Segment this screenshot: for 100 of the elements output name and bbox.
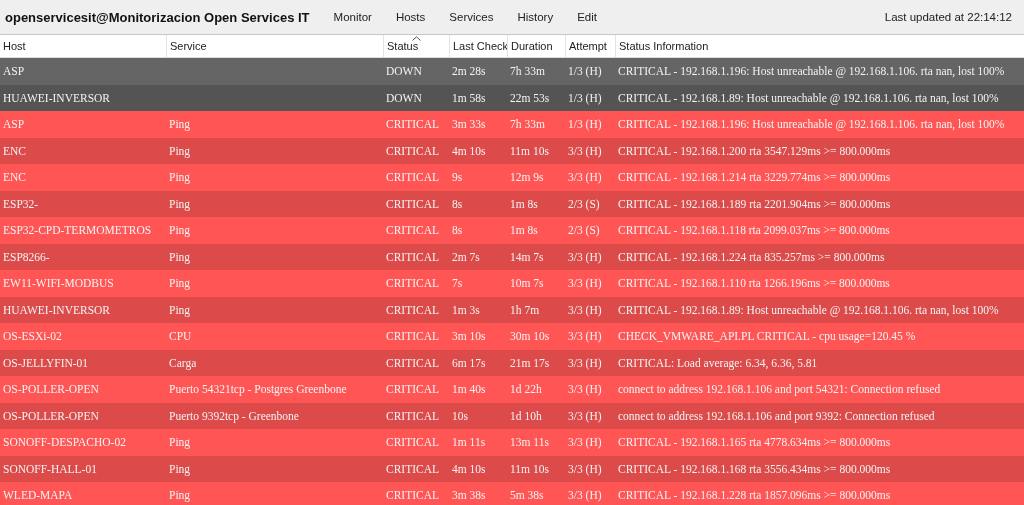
- duration-time: 1h 7m: [510, 303, 540, 316]
- host-name: SONOFF-DESPACHO-02: [3, 436, 126, 449]
- alert-row[interactable]: ESP8266- Ping CRITICAL 2m 7s 14m 7s 3/3 (H) CRITICAL - 192.168.1.224 rta 835.257ms >= 800.000ms: [0, 243, 1024, 270]
- status-information: CRITICAL - 192.168.1.214 rta 3229.774ms >= 800.000ms: [618, 171, 891, 184]
- status-information: CRITICAL - 192.168.1.118 rta 2099.037ms >= 800.000ms: [618, 224, 890, 237]
- duration-time: 10m 7s: [510, 277, 544, 290]
- duration-time: 21m 17s: [510, 356, 550, 369]
- attempt-count: 3/3 (H): [568, 250, 602, 263]
- column-header[interactable]: Service: [166, 35, 383, 57]
- status-information: CRITICAL - 192.168.1.89: Host unreachable @ 192.168.1.106. rta nan, lost 100%: [618, 303, 999, 316]
- alert-row[interactable]: ASP Ping CRITICAL 3m 33s 7h 33m 1/3 (H) CRITICAL - 192.168.1.196: Host unreachable @ 192.168.1.106. rta nan, lost 100%: [0, 111, 1024, 138]
- alert-row[interactable]: ASP DOWN 2m 28s 7h 33m 1/3 (H) CRITICAL - 192.168.1.196: Host unreachable @ 192.168.1.106. rta nan, lost 100%: [0, 58, 1024, 85]
- status-information: connect to address 192.168.1.106 and port 9392: Connection refused: [618, 409, 935, 422]
- last-check-time: 2m 28s: [452, 65, 486, 78]
- alert-row[interactable]: HUAWEI-INVERSOR DOWN 1m 58s 22m 53s 1/3 (H) CRITICAL - 192.168.1.89: Host unreachable @ 192.168.1.106. rta nan, lost 100%: [0, 84, 1024, 111]
- last-check-time: 8s: [452, 224, 463, 237]
- status-information: CRITICAL - 192.168.1.196: Host unreachable @ 192.168.1.106. rta nan, lost 100%: [618, 65, 1005, 78]
- menu-item[interactable]: History: [505, 11, 566, 23]
- host-name: ESP8266-: [3, 250, 50, 263]
- menu-item[interactable]: Edit: [565, 11, 610, 23]
- alert-row[interactable]: OS-POLLER-OPEN Puerto 54321tcp - Postgres Greenbone CRITICAL 1m 40s 1d 22h 3/3 (H) connect to address 192.168.1.106 and port 54321: Connection refused: [0, 376, 1024, 403]
- duration-time: 12m 9s: [510, 171, 544, 184]
- status-information: CHECK_VMWARE_API.PL CRITICAL - cpu usage=120.45 %: [618, 330, 916, 343]
- alert-row[interactable]: OS-ESXi-02 CPU CRITICAL 3m 10s 30m 10s 3/3 (H) CHECK_VMWARE_API.PL CRITICAL - cpu usage=120.45 %: [0, 323, 1024, 350]
- attempt-count: 1/3 (H): [568, 118, 602, 131]
- service-name: Ping: [169, 462, 191, 475]
- status-label: CRITICAL: [386, 118, 440, 131]
- service-name: Ping: [169, 118, 191, 131]
- alert-row[interactable]: SONOFF-HALL-01 Ping CRITICAL 4m 10s 11m 10s 3/3 (H) CRITICAL - 192.168.1.168 rta 3556.434ms >= 800.000ms: [0, 455, 1024, 482]
- alert-row[interactable]: OS-JELLYFIN-01 Carga CRITICAL 6m 17s 21m 17s 3/3 (H) CRITICAL: Load average: 6.34, 6.36, 5.81: [0, 349, 1024, 376]
- last-check-time: 9s: [452, 171, 463, 184]
- status-label: CRITICAL: [386, 197, 440, 210]
- attempt-count: 3/3 (H): [568, 171, 602, 184]
- attempt-count: 1/3 (H): [568, 65, 602, 78]
- host-name: OS-ESXi-02: [3, 330, 62, 343]
- last-check-time: 7s: [452, 277, 463, 290]
- host-name: ESP32-CPD-TERMOMETROS: [3, 224, 152, 237]
- host-name: HUAWEI-INVERSOR: [3, 91, 111, 104]
- column-header[interactable]: Status Information: [615, 35, 1024, 57]
- attempt-count: 3/3 (H): [568, 462, 602, 475]
- menu-item[interactable]: Services: [437, 11, 506, 23]
- alert-row[interactable]: SONOFF-DESPACHO-02 Ping CRITICAL 1m 11s 13m 11s 3/3 (H) CRITICAL - 192.168.1.165 rta 4778.634ms >= 800.000ms: [0, 429, 1024, 456]
- last-check-time: 1m 40s: [452, 383, 486, 396]
- service-name: Puerto 9392tcp - Greenbone: [169, 409, 299, 422]
- status-label: CRITICAL: [386, 409, 440, 422]
- status-label: CRITICAL: [386, 277, 440, 290]
- column-header[interactable]: Status: [383, 35, 449, 57]
- service-name: Ping: [169, 303, 191, 316]
- alert-row[interactable]: ENC Ping CRITICAL 9s 12m 9s 3/3 (H) CRITICAL - 192.168.1.214 rta 3229.774ms >= 800.000ms: [0, 164, 1024, 191]
- host-name: ASP: [3, 118, 25, 131]
- alert-row[interactable]: WLED-MAPA Ping CRITICAL 3m 38s 5m 38s 3/3 (H) CRITICAL - 192.168.1.228 rta 1857.096ms >= 800.000ms: [0, 482, 1024, 505]
- last-check-time: 3m 10s: [452, 330, 486, 343]
- host-name: OS-POLLER-OPEN: [3, 409, 99, 422]
- status-label: DOWN: [386, 65, 422, 78]
- attempt-count: 2/3 (S): [568, 224, 600, 237]
- column-header[interactable]: Attempt: [565, 35, 615, 57]
- last-check-time: 4m 10s: [452, 462, 486, 475]
- service-name: Ping: [169, 171, 191, 184]
- service-name: Ping: [169, 489, 191, 502]
- status-information: CRITICAL - 192.168.1.168 rta 3556.434ms >= 800.000ms: [618, 462, 891, 475]
- alert-row[interactable]: OS-POLLER-OPEN Puerto 9392tcp - Greenbone CRITICAL 10s 1d 10h 3/3 (H) connect to address 192.168.1.106 and port 9392: Connection refused: [0, 402, 1024, 429]
- column-header[interactable]: Last Check: [449, 35, 507, 57]
- app-title: openservicesit@Monitorizacion Open Services IT: [5, 9, 310, 25]
- attempt-count: 3/3 (H): [568, 383, 602, 396]
- alert-row[interactable]: EW11-WIFI-MODBUS Ping CRITICAL 7s 10m 7s 3/3 (H) CRITICAL - 192.168.1.110 rta 1266.196ms >= 800.000ms: [0, 270, 1024, 297]
- attempt-count: 3/3 (H): [568, 436, 602, 449]
- status-information: CRITICAL - 192.168.1.200 rta 3547.129ms >= 800.000ms: [618, 144, 891, 157]
- last-check-time: 6m 17s: [452, 356, 486, 369]
- last-check-time: 8s: [452, 197, 463, 210]
- status-label: CRITICAL: [386, 144, 440, 157]
- host-name: ENC: [3, 144, 26, 157]
- status-label: CRITICAL: [386, 436, 440, 449]
- menu-item[interactable]: Monitor: [321, 11, 384, 23]
- column-header[interactable]: Duration: [507, 35, 565, 57]
- duration-time: 13m 11s: [510, 436, 549, 449]
- last-check-time: 2m 7s: [452, 250, 480, 263]
- status-label: DOWN: [386, 91, 422, 104]
- attempt-count: 2/3 (S): [568, 197, 600, 210]
- menu-item[interactable]: Hosts: [383, 11, 438, 23]
- status-information: CRITICAL - 192.168.1.224 rta 835.257ms >= 800.000ms: [618, 250, 885, 263]
- alert-row[interactable]: HUAWEI-INVERSOR Ping CRITICAL 1m 3s 1h 7m 3/3 (H) CRITICAL - 192.168.1.89: Host unreachable @ 192.168.1.106. rta nan, lost 100%: [0, 296, 1024, 323]
- status-label: CRITICAL: [386, 224, 440, 237]
- status-label: CRITICAL: [386, 489, 440, 502]
- status-label: CRITICAL: [386, 330, 440, 343]
- alert-row[interactable]: ESP32-CPD-TERMOMETROS Ping CRITICAL 8s 1m 8s 2/3 (S) CRITICAL - 192.168.1.118 rta 2099.037ms >= 800.000ms: [0, 217, 1024, 244]
- service-name: Ping: [169, 250, 191, 263]
- duration-time: 22m 53s: [510, 91, 550, 104]
- service-name: Carga: [169, 356, 197, 369]
- alert-row[interactable]: ENC Ping CRITICAL 4m 10s 11m 10s 3/3 (H) CRITICAL - 192.168.1.200 rta 3547.129ms >= 800.000ms: [0, 137, 1024, 164]
- status-label: CRITICAL: [386, 250, 440, 263]
- status-information: connect to address 192.168.1.106 and port 54321: Connection refused: [618, 383, 941, 396]
- alert-row[interactable]: ESP32- Ping CRITICAL 8s 1m 8s 2/3 (S) CRITICAL - 192.168.1.189 rta 2201.904ms >= 800.000ms: [0, 190, 1024, 217]
- service-name: Ping: [169, 224, 191, 237]
- host-name: ENC: [3, 171, 26, 184]
- column-header[interactable]: Host: [0, 35, 166, 57]
- last-updated-text: Last updated at 22:14:12: [884, 11, 1012, 23]
- host-name: ASP: [3, 65, 25, 78]
- status-label: CRITICAL: [386, 462, 440, 475]
- host-name: EW11-WIFI-MODBUS: [3, 277, 114, 290]
- status-information: CRITICAL - 192.168.1.228 rta 1857.096ms >= 800.000ms: [618, 489, 891, 502]
